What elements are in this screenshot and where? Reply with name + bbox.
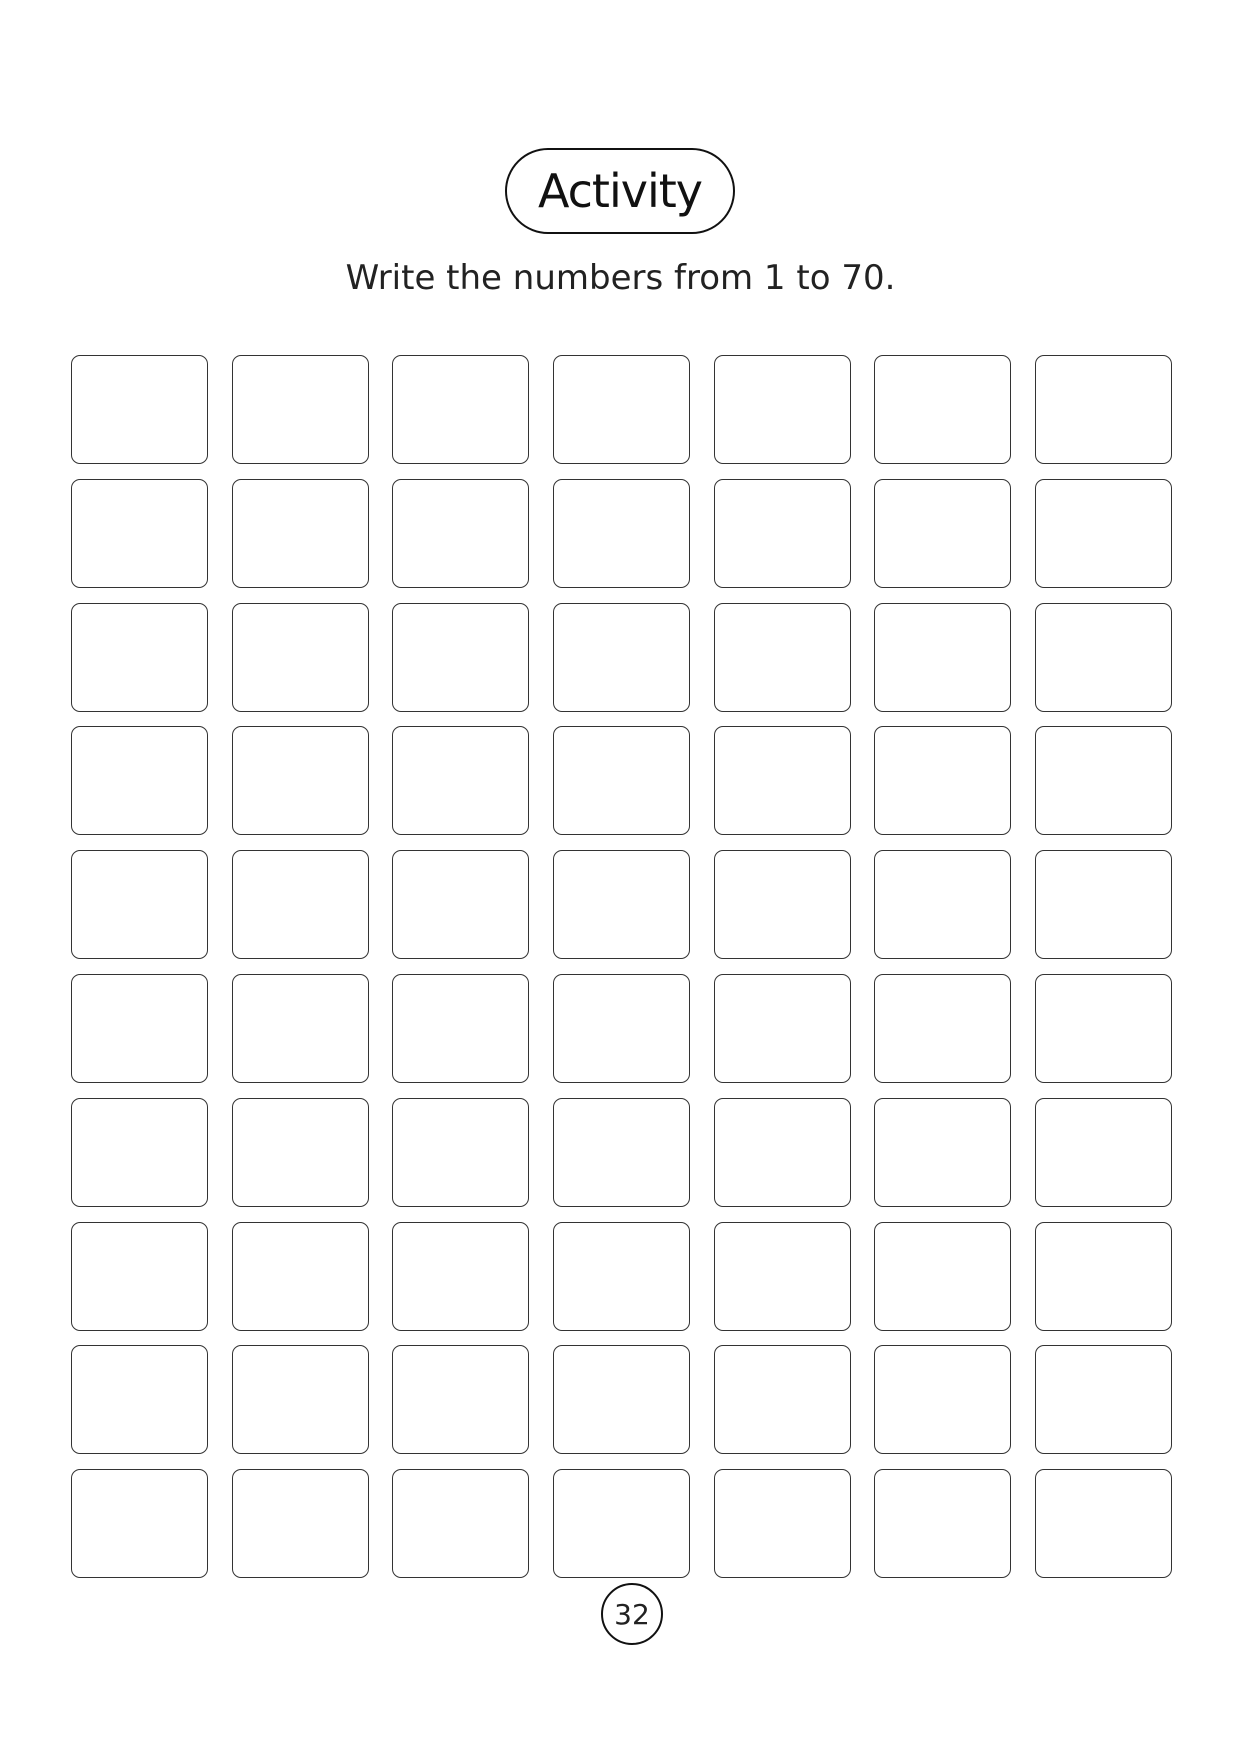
number-box[interactable] — [553, 355, 691, 464]
number-box[interactable] — [1035, 1097, 1173, 1207]
number-box[interactable] — [71, 1097, 208, 1207]
number-box[interactable] — [713, 1097, 851, 1207]
number-box[interactable] — [231, 850, 369, 960]
number-box[interactable] — [392, 973, 530, 1083]
number-box[interactable] — [392, 726, 530, 836]
number-box[interactable] — [553, 1469, 691, 1579]
number-box[interactable] — [713, 726, 851, 836]
number-box[interactable] — [553, 602, 691, 712]
number-box[interactable] — [1035, 726, 1173, 836]
number-box[interactable] — [553, 478, 691, 588]
number-box[interactable] — [874, 1097, 1012, 1207]
number-box[interactable] — [874, 478, 1012, 588]
number-box[interactable] — [71, 1469, 208, 1579]
number-box[interactable] — [231, 1345, 369, 1455]
number-box[interactable] — [392, 1469, 530, 1579]
number-box[interactable] — [231, 726, 369, 836]
number-box[interactable] — [71, 973, 208, 1083]
activity-title-badge: Activity — [505, 148, 735, 234]
number-box[interactable] — [71, 602, 208, 712]
number-box[interactable] — [713, 1469, 851, 1579]
number-box[interactable] — [231, 973, 369, 1083]
number-box[interactable] — [71, 726, 208, 836]
number-box[interactable] — [713, 850, 851, 960]
number-box[interactable] — [231, 602, 369, 712]
number-box[interactable] — [713, 602, 851, 712]
number-box[interactable] — [874, 355, 1012, 464]
number-box[interactable] — [1035, 973, 1173, 1083]
number-box[interactable] — [874, 1469, 1012, 1579]
number-box[interactable] — [553, 973, 691, 1083]
number-box[interactable] — [1035, 602, 1173, 712]
number-box[interactable] — [231, 355, 369, 464]
number-box[interactable] — [231, 478, 369, 588]
number-box[interactable] — [713, 1345, 851, 1455]
number-box[interactable] — [71, 1345, 208, 1455]
number-box[interactable] — [71, 355, 208, 464]
activity-title: Activity — [537, 164, 703, 218]
number-box[interactable] — [713, 478, 851, 588]
number-box[interactable] — [553, 726, 691, 836]
number-box[interactable] — [231, 1221, 369, 1331]
number-box[interactable] — [392, 1345, 530, 1455]
number-box[interactable] — [713, 355, 851, 464]
number-box[interactable] — [71, 850, 208, 960]
number-box[interactable] — [1035, 355, 1173, 464]
number-box[interactable] — [1035, 1469, 1173, 1579]
number-box[interactable] — [1035, 850, 1173, 960]
number-box[interactable] — [553, 1097, 691, 1207]
number-box[interactable] — [713, 973, 851, 1083]
number-box[interactable] — [392, 850, 530, 960]
number-box[interactable] — [874, 726, 1012, 836]
number-box[interactable] — [231, 1469, 369, 1579]
number-box[interactable] — [392, 478, 530, 588]
instruction-text: Write the numbers from 1 to 70. — [345, 258, 896, 298]
number-box[interactable] — [553, 1221, 691, 1331]
number-box[interactable] — [713, 1221, 851, 1331]
number-box[interactable] — [392, 355, 530, 464]
number-box[interactable] — [1035, 1345, 1173, 1455]
number-box[interactable] — [71, 478, 208, 588]
number-box[interactable] — [1035, 478, 1173, 588]
page-number: 32 — [601, 1583, 663, 1645]
number-box[interactable] — [874, 1221, 1012, 1331]
number-box[interactable] — [392, 1097, 530, 1207]
number-box[interactable] — [71, 1221, 208, 1331]
number-box[interactable] — [874, 602, 1012, 712]
number-box[interactable] — [874, 850, 1012, 960]
number-box[interactable] — [553, 1345, 691, 1455]
number-box[interactable] — [392, 602, 530, 712]
number-box[interactable] — [874, 973, 1012, 1083]
number-box[interactable] — [874, 1345, 1012, 1455]
number-box[interactable] — [553, 850, 691, 960]
number-box[interactable] — [231, 1097, 369, 1207]
number-box[interactable] — [392, 1221, 530, 1331]
number-box[interactable] — [1035, 1221, 1173, 1331]
number-writing-grid — [71, 355, 1173, 1579]
